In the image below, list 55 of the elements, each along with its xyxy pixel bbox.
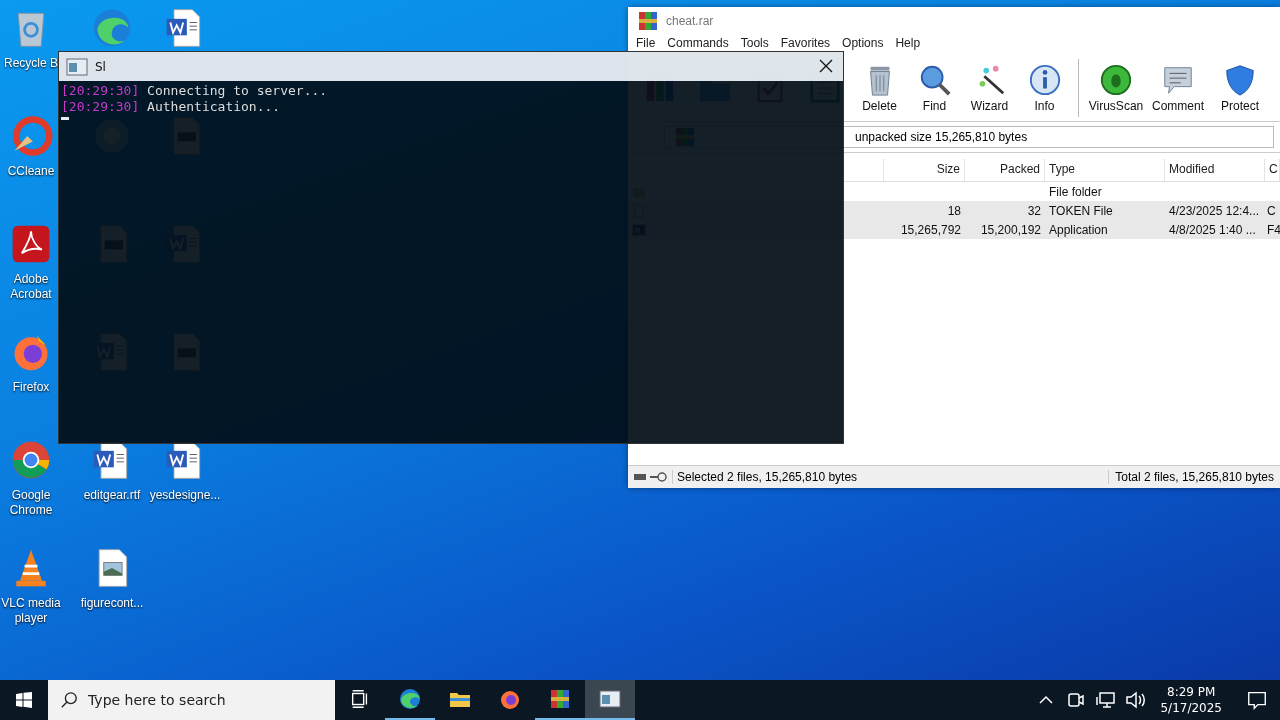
icon-label[interactable]: figurecont... (80, 596, 144, 611)
menu-item[interactable]: Favorites (774, 36, 837, 50)
column-header[interactable]: Type (1045, 159, 1165, 181)
toolbar-button[interactable]: Protect (1209, 55, 1271, 121)
close-icon[interactable] (817, 57, 835, 75)
table-cell-text: 15,200,192 (979, 222, 1042, 237)
console-line: [20:29:30] Authentication... (61, 99, 282, 115)
toolbar-button[interactable]: Comment (1147, 55, 1209, 121)
table-cell-text: 4/8/2025 1:40 ... (1168, 222, 1257, 237)
table-cell-text: TOKEN File (1048, 203, 1114, 218)
menu-item[interactable]: Tools (734, 36, 775, 50)
table-cell-text: C (1266, 203, 1277, 218)
toolbar-button[interactable]: Wizard (962, 55, 1017, 121)
column-header[interactable]: Packed (965, 159, 1045, 181)
window-icon (598, 687, 622, 711)
search-icon (60, 691, 78, 709)
shield-icon (1223, 63, 1257, 97)
menu-item[interactable]: Help (889, 36, 927, 50)
column-header[interactable]: C (1265, 159, 1280, 181)
window-title: Sl (95, 59, 106, 74)
icon-label[interactable]: Firefox (12, 380, 50, 395)
column-header[interactable]: Modified (1165, 159, 1265, 181)
icon-label[interactable]: Google Chrome (0, 488, 67, 518)
clock[interactable]: 8:29 PM 5/17/2025 (1154, 684, 1228, 716)
window-title: cheat.rar (666, 14, 714, 28)
table-cell-text: 4/23/2025 12:4... (1168, 203, 1261, 218)
taskbar-app[interactable] (585, 680, 635, 720)
table-cell-text: 32 (1026, 203, 1042, 218)
table-cell-text: 15,265,792 (899, 222, 962, 237)
icon-label[interactable]: yesdesigne... (149, 488, 221, 503)
search-field[interactable]: Type here to search (48, 680, 335, 720)
icon-label[interactable]: VLC media player (0, 596, 67, 626)
table-cell-text: 18 (946, 203, 962, 218)
books-icon (636, 9, 660, 33)
column-header[interactable]: Size (884, 159, 965, 181)
toolbar-button[interactable]: Delete (852, 55, 907, 121)
toolbar-button[interactable]: Info (1017, 55, 1072, 121)
books-icon (548, 687, 572, 711)
menu-item[interactable]: Commands (661, 36, 735, 50)
table-cell-text: Application (1048, 222, 1109, 237)
menu-item[interactable]: Options (836, 36, 890, 50)
edge-icon (398, 687, 422, 711)
menu-item[interactable]: File (630, 36, 662, 50)
text-cursor (61, 117, 69, 120)
icon-label[interactable]: Adobe Acrobat (3, 272, 59, 302)
toolbar-button[interactable]: VirusScan (1085, 55, 1147, 121)
table-cell-text: F4 (1266, 222, 1280, 237)
status-text: Total 2 files, 15,265,810 bytes (1108, 470, 1280, 484)
info-icon (1027, 63, 1062, 97)
toolbar-button[interactable]: Find (907, 55, 962, 121)
status-text: Selected 2 files, 15,265,810 bytes (672, 470, 1109, 484)
icon-label[interactable]: editgear.rtf (83, 488, 141, 503)
console-line: [20:29:30] Connecting to server... (61, 83, 329, 99)
table-cell-text: File folder (1048, 184, 1103, 199)
bug-icon (1099, 63, 1133, 97)
